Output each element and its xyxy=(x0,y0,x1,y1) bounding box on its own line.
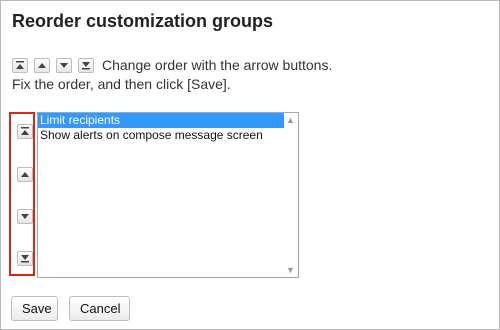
order-buttons-group xyxy=(9,112,35,276)
instruction-line-1: Change order with the arrow buttons. xyxy=(102,57,333,73)
list-item[interactable]: Show alerts on compose message screen xyxy=(38,128,298,143)
move-to-top-icon xyxy=(21,127,29,135)
dialog-frame: Reorder customization groups Change orde… xyxy=(0,0,500,330)
save-button[interactable]: Save xyxy=(11,296,58,321)
move-down-icon xyxy=(56,58,72,73)
scroll-up-icon[interactable]: ▲ xyxy=(286,115,295,125)
instructions: Change order with the arrow buttons. Fix… xyxy=(12,56,332,94)
page-title: Reorder customization groups xyxy=(12,11,274,31)
scroll-down-icon[interactable]: ▼ xyxy=(286,265,295,275)
customization-groups-list[interactable]: Limit recipients Show alerts on compose … xyxy=(37,112,299,278)
move-down-button[interactable] xyxy=(17,209,33,224)
move-to-top-button[interactable] xyxy=(17,124,33,139)
move-up-button[interactable] xyxy=(17,167,33,182)
move-to-bottom-button[interactable] xyxy=(17,251,33,266)
instruction-line-2: Fix the order, and then click [Save]. xyxy=(12,76,231,92)
move-up-icon xyxy=(21,172,29,177)
move-down-icon xyxy=(21,214,29,219)
move-to-bottom-icon xyxy=(78,58,94,73)
cancel-button[interactable]: Cancel xyxy=(69,296,130,321)
list-item[interactable]: Limit recipients xyxy=(38,113,298,128)
move-to-top-icon xyxy=(12,58,28,73)
list-scrollbar[interactable]: ▲ ▼ xyxy=(284,113,298,277)
move-up-icon xyxy=(34,58,50,73)
move-to-bottom-icon xyxy=(21,255,29,263)
